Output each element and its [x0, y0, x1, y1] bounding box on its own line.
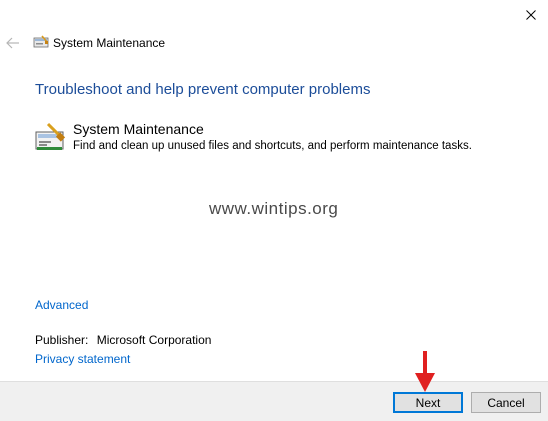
close-icon — [526, 10, 536, 20]
system-maintenance-icon — [33, 35, 49, 48]
troubleshooter-window: System Maintenance Troubleshoot and help… — [0, 0, 548, 421]
window-title: System Maintenance — [53, 36, 166, 50]
title-row: System Maintenance — [0, 30, 548, 56]
cancel-button[interactable]: Cancel — [471, 392, 541, 413]
back-arrow-icon — [6, 37, 19, 49]
system-maintenance-icon — [35, 122, 66, 150]
publisher-value: Microsoft Corporation — [96, 333, 212, 347]
item-description: Find and clean up unused files and short… — [73, 140, 472, 152]
next-button[interactable]: Next — [393, 392, 463, 413]
item-title: System Maintenance — [73, 121, 204, 137]
watermark: www.wintips.org — [209, 199, 339, 218]
footer-bar — [0, 381, 548, 421]
close-button[interactable] — [514, 0, 548, 30]
privacy-statement-link[interactable]: Privacy statement — [35, 352, 130, 366]
advanced-link[interactable]: Advanced — [35, 298, 88, 312]
publisher-label: Publisher: — [35, 333, 89, 347]
back-button[interactable] — [5, 35, 21, 51]
page-heading: Troubleshoot and help prevent computer p… — [35, 81, 371, 98]
publisher-info: Publisher: Microsoft Corporation — [35, 333, 211, 347]
